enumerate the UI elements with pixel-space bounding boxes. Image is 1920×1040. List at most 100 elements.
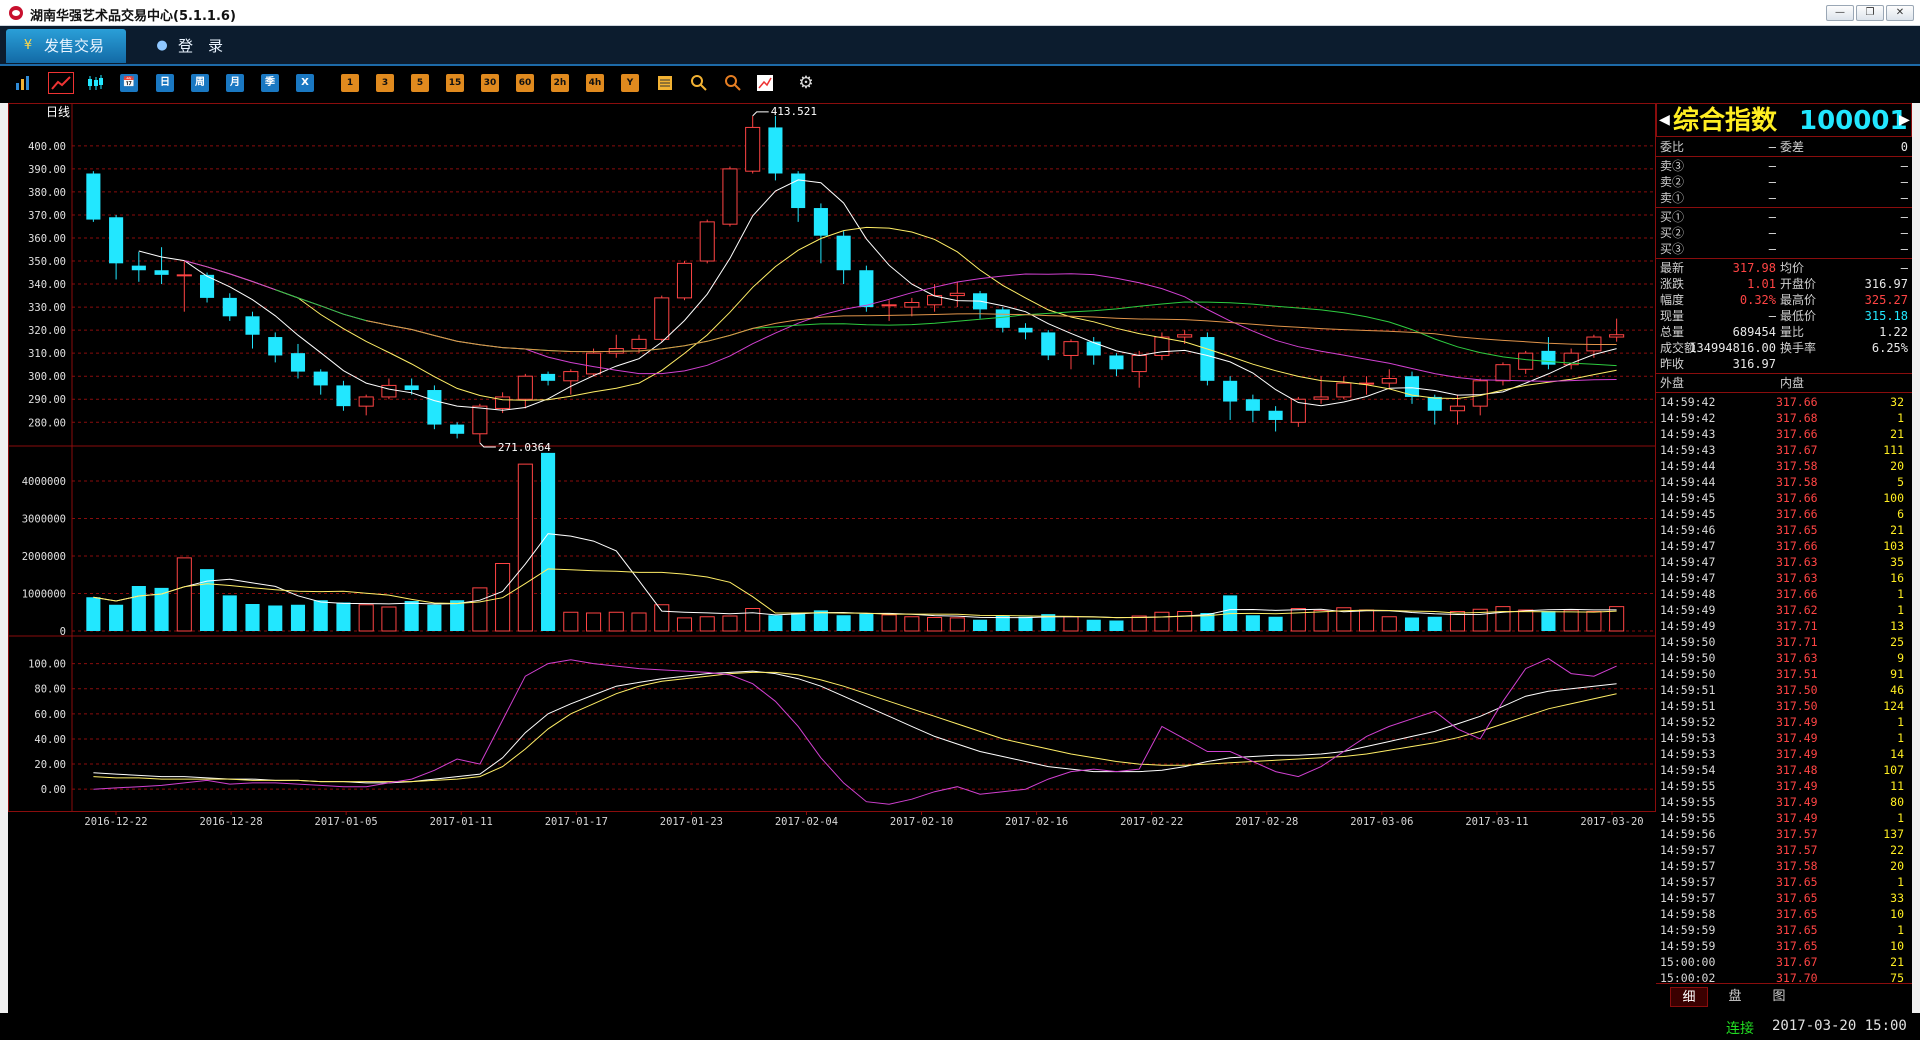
stat-row-value2: 316.97 (1864, 277, 1908, 291)
candle-body (1200, 337, 1215, 381)
tab-detail[interactable]: 细 (1670, 987, 1708, 1007)
volume-bar (358, 604, 374, 632)
date-label: 2017-02-10 (890, 816, 953, 828)
tick-price: 317.63 (1776, 651, 1818, 665)
tick-volume: 16 (1890, 571, 1904, 585)
period-day-button[interactable]: 日 (156, 74, 174, 92)
trade-tick-row: 14:59:55 317.49 11 (1656, 778, 1912, 794)
volume-bar (699, 616, 715, 632)
period-year-button[interactable]: Y (621, 74, 639, 92)
trade-tick-row: 14:59:47 317.63 35 (1656, 554, 1912, 570)
stat-row: 成交额 134994816.00 换手率 6.25% (1656, 340, 1912, 356)
kline-chart-area[interactable]: 日线 400.00 390.00 380.00 370.00 360.00 350.00 34… (8, 103, 1656, 1013)
trade-tick-row: 14:59:45 317.66 100 (1656, 490, 1912, 506)
date-label: 2017-02-28 (1235, 816, 1298, 828)
date-label: 2017-02-22 (1120, 816, 1183, 828)
tick-time: 14:59:53 (1660, 747, 1716, 761)
ask-row-value: — (1768, 159, 1776, 173)
status-datetime: 2017-03-20 15:00 (1772, 1018, 1907, 1034)
ask-row-label: 卖③ (1660, 159, 1685, 173)
tick-time: 14:59:57 (1660, 891, 1716, 905)
kdj-tick-label: 60.00 (34, 709, 66, 721)
volume-bar (1268, 616, 1283, 631)
zoom-out-icon[interactable] (724, 74, 742, 92)
bid-row: 买① — — (1656, 209, 1912, 225)
bid-row: 买② — — (1656, 225, 1912, 241)
date-label: 2017-01-23 (660, 816, 723, 828)
close-button[interactable]: ✕ (1886, 5, 1914, 21)
period-5min-button[interactable]: 5 (411, 74, 429, 92)
candle-body (1449, 405, 1466, 412)
bid-row-label: 买② (1660, 226, 1685, 240)
period-quarter-button[interactable]: 季 (261, 74, 279, 92)
tick-price: 317.58 (1776, 475, 1818, 489)
prev-symbol-icon[interactable]: ◀ (1659, 110, 1670, 130)
tick-price: 317.65 (1776, 907, 1818, 921)
tick-time: 14:59:57 (1660, 875, 1716, 889)
period-3min-button[interactable]: 3 (376, 74, 394, 92)
period-60min-button[interactable]: 60 (516, 74, 534, 92)
price-tick-label: 330.00 (28, 302, 66, 314)
tick-price: 317.51 (1776, 667, 1818, 681)
price-tick-label: 320.00 (28, 325, 66, 337)
tick-volume: 1 (1897, 411, 1904, 425)
bar-chart-icon[interactable] (14, 74, 32, 92)
line-chart-icon[interactable] (48, 72, 74, 94)
draw-icon[interactable] (756, 74, 774, 92)
period-calendar-button[interactable]: 📅 (120, 74, 138, 92)
candle-body (1381, 378, 1397, 384)
period-1min-button[interactable]: 1 (341, 74, 359, 92)
volume-bar (836, 615, 851, 631)
zoom-in-icon[interactable] (690, 74, 708, 92)
tick-volume: 111 (1883, 443, 1904, 457)
price-tick-label: 380.00 (28, 187, 66, 199)
period-2h-button[interactable]: 2h (551, 74, 569, 92)
tab-login[interactable]: ● 登 录 (140, 29, 230, 63)
period-30min-button[interactable]: 30 (481, 74, 499, 92)
tick-volume: 9 (1897, 651, 1904, 665)
kline-chart[interactable]: 日线 400.00 390.00 380.00 370.00 360.00 350.00 34… (8, 103, 1656, 1013)
volume-bar (199, 569, 215, 631)
gear-icon[interactable]: ⚙ (797, 74, 815, 92)
tab-issue-trading[interactable]: ¥ 发售交易 (6, 29, 126, 63)
volume-bar (245, 604, 260, 631)
period-4h-button[interactable]: 4h (586, 74, 604, 92)
candle-body (1609, 334, 1625, 338)
app-window: 湖南华强艺术品交易中心(5.1.1.6) — ❐ ✕ ¥ 发售交易 ● 登 录 … (0, 0, 1920, 1040)
period-custom-button[interactable]: X (296, 74, 314, 92)
period-15min-button[interactable]: 15 (446, 74, 464, 92)
candlestick-icon[interactable] (86, 74, 104, 92)
trade-tick-row: 14:59:44 317.58 5 (1656, 474, 1912, 490)
trade-tick-row: 14:59:48 317.66 1 (1656, 586, 1912, 602)
app-logo-icon (9, 6, 23, 20)
volume-bar (972, 619, 988, 631)
quote-title-bar: ◀ 综合指数 100001 ▶ (1656, 103, 1912, 137)
stat-row-label: 涨跌 (1660, 277, 1685, 291)
tick-volume: 1 (1897, 731, 1904, 745)
status-bar: 连接 2017-03-20 15:00 (0, 1013, 1920, 1040)
trade-header-row-label: 外盘 (1660, 376, 1685, 390)
panel-separator (1656, 392, 1912, 393)
tab-book[interactable]: 盘 (1716, 987, 1754, 1007)
period-month-button[interactable]: 月 (226, 74, 244, 92)
tick-volume: 103 (1883, 539, 1904, 553)
candle-body (722, 168, 738, 225)
tick-price: 317.49 (1776, 795, 1818, 809)
next-symbol-icon[interactable]: ▶ (1899, 110, 1910, 130)
tick-price: 317.63 (1776, 571, 1818, 585)
tab-graph[interactable]: 图 (1760, 987, 1798, 1007)
volume-bar (404, 601, 419, 631)
kdj-tick-label: 40.00 (34, 734, 66, 746)
period-week-button[interactable]: 周 (191, 74, 209, 92)
stat-row: 幅度 0.32% 最高价 325.27 (1656, 292, 1912, 308)
list-icon[interactable] (656, 74, 674, 92)
volume-tick-label: 3000000 (22, 514, 66, 526)
kdj-tick-label: 100.00 (28, 659, 66, 671)
restore-button[interactable]: ❐ (1856, 5, 1884, 21)
ma60-line (366, 313, 1617, 353)
tick-time: 14:59:57 (1660, 843, 1716, 857)
ask-row-value: — (1768, 191, 1776, 205)
tick-volume: 46 (1890, 683, 1904, 697)
minimize-button[interactable]: — (1826, 5, 1854, 21)
stat-row-value: 0.32% (1739, 293, 1776, 307)
